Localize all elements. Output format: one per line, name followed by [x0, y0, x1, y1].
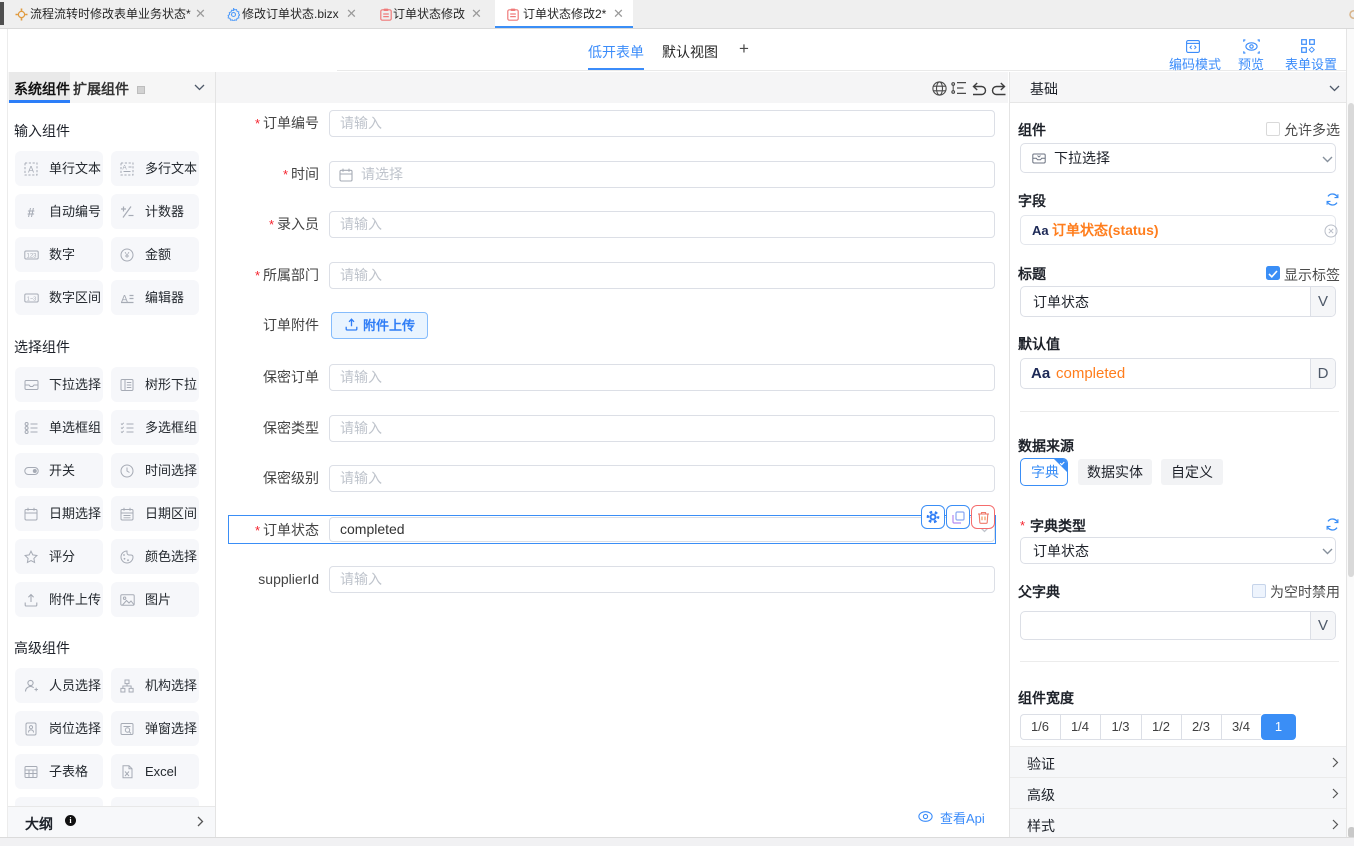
svg-text:A: A: [28, 165, 34, 175]
svg-text:¥: ¥: [124, 250, 130, 260]
svg-text:123: 123: [26, 254, 37, 260]
svg-text:#: #: [27, 205, 35, 219]
svg-text:1~3: 1~3: [27, 296, 37, 302]
svg-text:A: A: [122, 165, 127, 172]
svg-text:A: A: [121, 294, 128, 305]
